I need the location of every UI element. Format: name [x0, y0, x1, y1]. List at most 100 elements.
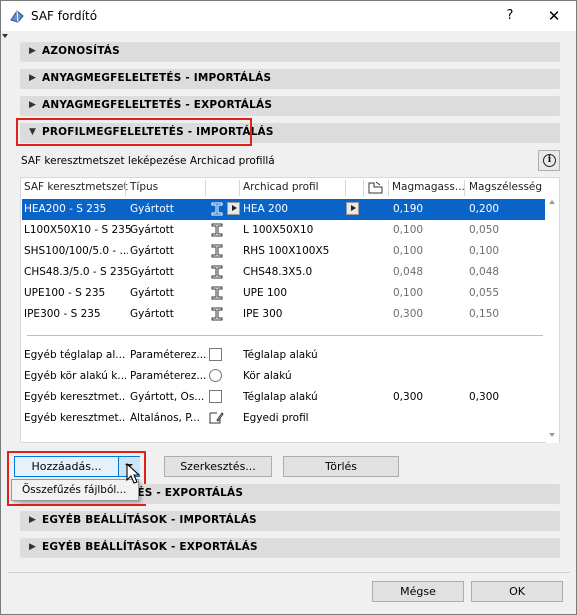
cell-profile: Kör alakú: [243, 370, 292, 382]
column-divider: [345, 180, 346, 196]
cell-type: Gyártott: [130, 203, 174, 215]
cell-width: 0,100: [469, 245, 500, 257]
cell-height: 0,100: [393, 224, 424, 236]
cell-saf: Egyéb kör alakú k...: [24, 370, 126, 382]
table-row[interactable]: IPE300 - S 235 Gyártott IPE 300 0,300 0,…: [22, 304, 545, 325]
corner-marker-icon: [2, 34, 8, 38]
section-material-export[interactable]: ▶ ANYAGMEGFELELTETÉS - EXPORTÁLÁS: [20, 96, 560, 116]
profile-shape-icon: [368, 181, 383, 194]
section-label: AZONOSÍTÁS: [42, 45, 120, 57]
section-other-import[interactable]: ▶ EGYÉB BEÁLLÍTÁSOK - IMPORTÁLÁS: [20, 511, 560, 531]
chevron-right-icon: ▶: [29, 542, 36, 552]
footer-divider: [8, 572, 570, 573]
cell-height: 0,190: [393, 203, 424, 215]
cell-profile: RHS 100X100X5: [243, 245, 330, 257]
table-row[interactable]: Egyéb téglalap al... Paraméterez... Tégl…: [22, 345, 545, 366]
archicad-app-icon: [10, 10, 24, 23]
profile-picker-button[interactable]: [346, 202, 359, 215]
i-beam-icon: [211, 223, 223, 237]
cell-type: Gyártott: [130, 266, 174, 278]
cell-profile: Egyedi profil: [243, 412, 309, 424]
type-picker-button[interactable]: [227, 202, 240, 215]
chevron-right-icon: ▶: [29, 73, 36, 83]
cell-width: 0,150: [469, 308, 500, 320]
chevron-right-icon: ▶: [29, 100, 36, 110]
cell-saf: Egyéb keresztmet...: [24, 391, 126, 403]
cell-type: Gyártott, Ös...: [130, 391, 205, 403]
section-identification[interactable]: ▶ AZONOSÍTÁS: [20, 42, 560, 62]
column-header-saf[interactable]: SAF keresztmetszet: [24, 181, 128, 193]
ok-button[interactable]: OK: [471, 581, 563, 602]
section-label: ANYAGMEGFELELTETÉS - IMPORTÁLÁS: [42, 72, 272, 84]
cell-height: 0,100: [393, 287, 424, 299]
add-dropdown-menu: Összefűzés fájlból...: [11, 479, 139, 501]
mouse-cursor-icon: [126, 463, 141, 484]
scroll-up-icon[interactable]: [549, 200, 555, 204]
saf-translator-dialog: SAF fordító ? ✕ ▶ AZONOSÍTÁS ▶ ANYAGMEGF…: [0, 0, 577, 615]
column-header-type[interactable]: Típus: [130, 181, 158, 193]
cell-saf: Egyéb keresztmet...: [24, 412, 126, 424]
table-row[interactable]: L100X50X10 - S 235 Gyártott L 100X50X10 …: [22, 220, 545, 241]
table-row[interactable]: SHS100/100/5.0 - ... Gyártott RHS 100X10…: [22, 241, 545, 262]
cell-type: Gyártott: [130, 224, 174, 236]
section-material-import[interactable]: ▶ ANYAGMEGFELELTETÉS - IMPORTÁLÁS: [20, 69, 560, 89]
table-row[interactable]: UPE100 - S 235 Gyártott UPE 100 0,100 0,…: [22, 283, 545, 304]
cancel-button[interactable]: Mégse: [372, 581, 464, 602]
column-divider: [239, 180, 240, 196]
cell-profile: L 100X50X10: [243, 224, 314, 236]
menu-item-merge-from-file[interactable]: Összefűzés fájlból...: [22, 484, 126, 496]
table-row[interactable]: Egyéb keresztmet... Gyártott, Ös... Tégl…: [22, 387, 545, 408]
help-button[interactable]: ?: [495, 3, 525, 29]
column-divider: [464, 180, 465, 196]
cell-type: Gyártott: [130, 245, 174, 257]
i-beam-icon: [211, 244, 223, 258]
table-row[interactable]: Egyéb keresztmet... Általános, P... Egye…: [22, 408, 545, 429]
rectangle-icon: [209, 390, 222, 403]
highlight-frame-section: [16, 118, 252, 146]
column-header-height[interactable]: Magmagass...: [392, 181, 465, 193]
section-label: EGYÉB BEÁLLÍTÁSOK - EXPORTÁLÁS: [42, 541, 258, 553]
chevron-right-icon: ▶: [29, 515, 36, 525]
cell-type: Általános, P...: [130, 412, 200, 424]
cell-width: 0,048: [469, 266, 500, 278]
cell-saf: IPE300 - S 235: [24, 308, 101, 320]
profile-mapping-table: SAF keresztmetszet Típus Archicad profil…: [20, 177, 560, 443]
section-label: EGYÉB BEÁLLÍTÁSOK - IMPORTÁLÁS: [42, 514, 257, 526]
cell-profile: HEA 200: [243, 203, 289, 215]
cell-profile: CHS48.3X5.0: [243, 266, 313, 278]
i-beam-icon: [211, 286, 223, 300]
cell-height: 0,100: [393, 245, 424, 257]
cell-profile: IPE 300: [243, 308, 283, 320]
section-label: TÉS - EXPORTÁLÁS: [130, 487, 244, 499]
column-header-archicad[interactable]: Archicad profil: [243, 181, 319, 193]
close-button[interactable]: ✕: [539, 3, 569, 29]
table-scrollbar[interactable]: [546, 197, 559, 443]
i-beam-icon: [211, 202, 223, 216]
cell-width: 0,050: [469, 224, 500, 236]
cell-type: Gyártott: [130, 308, 174, 320]
cell-saf: HEA200 - S 235: [24, 203, 107, 215]
i-beam-icon: [211, 265, 223, 279]
cell-height: 0,300: [393, 308, 424, 320]
table-row[interactable]: CHS48.3/5.0 - S 235 Gyártott CHS48.3X5.0…: [22, 262, 545, 283]
section-other-export[interactable]: ▶ EGYÉB BEÁLLÍTÁSOK - EXPORTÁLÁS: [20, 538, 560, 558]
custom-profile-icon: [209, 412, 224, 424]
i-beam-icon: [211, 307, 223, 321]
cell-width: 0,200: [469, 203, 500, 215]
chevron-right-icon: ▶: [29, 46, 36, 56]
info-button[interactable]: i: [538, 150, 560, 171]
scroll-down-icon[interactable]: [549, 433, 555, 437]
cell-saf: Egyéb téglalap al...: [24, 349, 126, 361]
edit-button[interactable]: Szerkesztés...: [164, 456, 272, 477]
table-divider: [27, 335, 543, 336]
rectangle-icon: [209, 348, 222, 361]
cell-width: 0,300: [469, 391, 500, 403]
column-header-width[interactable]: Magszélesség: [469, 181, 542, 193]
table-row[interactable]: Egyéb kör alakú k... Paraméterez... Kör …: [22, 366, 545, 387]
table-row[interactable]: HEA200 - S 235 Gyártott HEA 200 0,190 0,…: [22, 199, 545, 220]
cell-saf: SHS100/100/5.0 - ...: [24, 245, 128, 257]
cell-type: Gyártott: [130, 287, 174, 299]
title-bar: SAF fordító ? ✕: [1, 1, 576, 31]
column-divider: [363, 180, 364, 196]
delete-button[interactable]: Törlés: [283, 456, 399, 477]
